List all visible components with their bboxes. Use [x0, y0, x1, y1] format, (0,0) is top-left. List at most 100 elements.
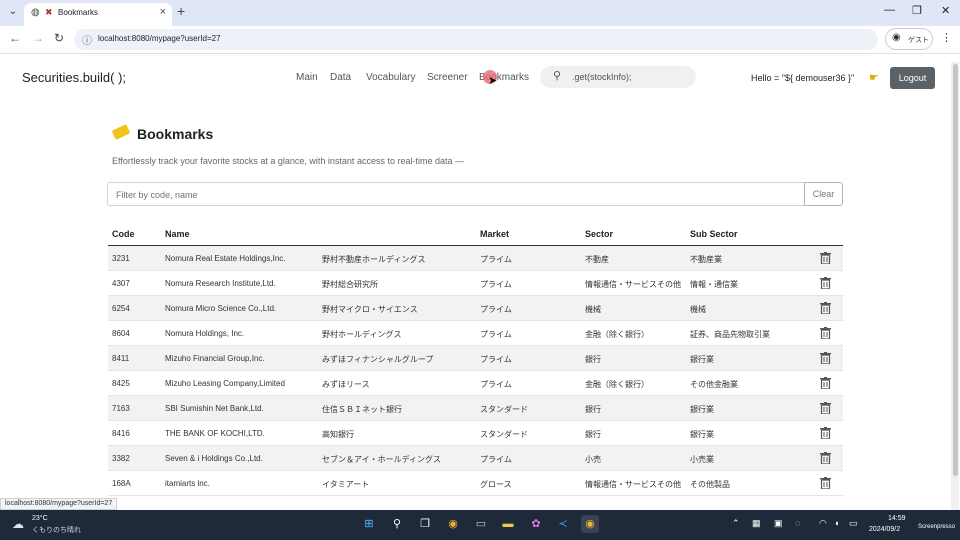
vscode-icon[interactable]: ≺ [554, 515, 572, 533]
cell-market: プライム [480, 455, 512, 464]
trash-icon[interactable] [820, 477, 831, 489]
wifi-icon[interactable]: ◠ [819, 518, 827, 529]
tray-chevron-icon[interactable]: ⌃ [732, 518, 740, 529]
globe-icon: ◍ [31, 7, 40, 18]
scrollbar-thumb[interactable] [953, 64, 958, 476]
cell-sector: 銀行 [585, 430, 601, 439]
logout-button[interactable]: Logout [890, 67, 935, 89]
cell-code: 6254 [112, 304, 130, 313]
address-bar[interactable]: ⓘ localhost:8080/mypage?userId=27 [74, 29, 878, 50]
trash-icon[interactable] [820, 352, 831, 364]
table-row[interactable]: 8416 THE BANK OF KOCHI,LTD. 高知銀行 スタンダード … [108, 421, 843, 446]
profile-button[interactable]: ◉ ゲスト [885, 28, 933, 50]
taskbar-clock-time[interactable]: 14:59 [888, 515, 906, 522]
table-row[interactable]: 8411 Mizuho Financial Group,Inc. みずほフィナン… [108, 346, 843, 371]
cell-subsector: その他金融業 [690, 380, 738, 389]
cell-subsector: 銀行業 [690, 405, 714, 414]
cell-market: プライム [480, 280, 512, 289]
filter-input[interactable]: Filter by code, name [107, 182, 805, 206]
minimize-icon[interactable]: — [884, 4, 895, 16]
cell-subsector: 銀行業 [690, 430, 714, 439]
table-row[interactable]: 6254 Nomura Micro Science Co.,Ltd. 野村マイク… [108, 296, 843, 321]
forward-icon[interactable]: → [32, 31, 44, 45]
cell-name-jp: 住信ＳＢＩネット銀行 [322, 405, 402, 414]
cell-subsector: 小売業 [690, 455, 714, 464]
site-brand[interactable]: Securities.build( ); [22, 70, 126, 85]
table-row[interactable]: 7163 SBI Sumishin Net Bank,Ltd. 住信ＳＢＩネット… [108, 396, 843, 421]
chrome-icon[interactable]: ◉ [444, 515, 462, 533]
screenpresso-watermark: Screenpresso [918, 524, 956, 530]
cell-name-en: itamiarts inc. [165, 479, 210, 488]
back-icon[interactable]: ← [9, 31, 21, 45]
header-search[interactable]: ⚲ .get(stockInfo); [540, 66, 696, 88]
cell-name-jp: みずほフィナンシャルグループ [322, 355, 434, 364]
trash-icon[interactable] [820, 452, 831, 464]
search-icon: ⚲ [553, 70, 562, 82]
cell-market: スタンダード [480, 430, 528, 439]
cell-name-jp: みずほリース [322, 380, 370, 389]
figma-icon[interactable]: ✿ [527, 515, 545, 533]
cell-name-en: Nomura Research Institute,Ltd. [165, 279, 276, 288]
volume-icon[interactable]: ◖ [834, 518, 839, 528]
start-windows-icon[interactable]: ⊞ [360, 515, 378, 533]
cell-sector: 不動産 [585, 255, 609, 264]
new-tab-icon[interactable]: + [177, 3, 185, 19]
trash-icon[interactable] [820, 252, 831, 264]
taskbar-clock-date[interactable]: 2024/09/2 [869, 526, 900, 533]
cell-market: プライム [480, 380, 512, 389]
clear-button[interactable]: Clear [804, 182, 843, 206]
table-row[interactable]: 4307 Nomura Research Institute,Ltd. 野村総合… [108, 271, 843, 296]
taskbar-search-icon[interactable]: ⚲ [388, 515, 406, 533]
trash-icon[interactable] [820, 402, 831, 414]
window-close-icon[interactable]: ✕ [941, 4, 950, 17]
nav-screener[interactable]: Screener [427, 72, 468, 83]
table-row[interactable]: 8604 Nomura Holdings, Inc. 野村ホールディングス プラ… [108, 321, 843, 346]
tray-gpu-icon[interactable]: ▣ [774, 518, 783, 529]
nav-data[interactable]: Data [330, 72, 351, 83]
table-row[interactable]: 3231 Nomura Real Estate Holdings,Inc. 野村… [108, 246, 843, 271]
page-title: Bookmarks [137, 126, 214, 142]
cell-sector: 小売 [585, 455, 601, 464]
site-info-icon[interactable]: ⓘ [82, 32, 92, 47]
cell-market: プライム [480, 255, 512, 264]
cell-name-jp: 高知銀行 [322, 430, 354, 439]
terminal-icon[interactable]: ▭ [472, 515, 490, 533]
reload-icon[interactable]: ↻ [54, 31, 64, 45]
task-view-icon[interactable]: ❐ [416, 515, 434, 533]
cell-sector: 銀行 [585, 355, 601, 364]
tray-app-icon[interactable]: ▦ [752, 518, 761, 529]
page-subtitle: Effortlessly track your favorite stocks … [112, 156, 464, 166]
cell-code: 3382 [112, 454, 130, 463]
cell-name-en: SBI Sumishin Net Bank,Ltd. [165, 404, 264, 413]
table-row[interactable]: 8425 Mizuho Leasing Company,Limited みずほリ… [108, 371, 843, 396]
table-row[interactable]: 3382 Seven & i Holdings Co.,Ltd. セブン＆アイ・… [108, 446, 843, 471]
battery-icon[interactable]: ▭ [849, 518, 858, 529]
browser-menu-icon[interactable]: ⋮ [941, 31, 952, 44]
nav-main[interactable]: Main [296, 72, 318, 83]
mouse-cursor-icon: ➤ [488, 75, 498, 87]
file-explorer-icon[interactable]: ▬ [499, 515, 517, 533]
column-header-market: Market [480, 229, 510, 239]
weather-cloud-icon[interactable]: ☁ [12, 517, 24, 531]
trash-icon[interactable] [820, 277, 831, 289]
table-row[interactable]: 168A itamiarts inc. イタミアート グロース 情報通信・サービ… [108, 471, 843, 496]
tab-search-chevron-icon[interactable]: ⌄ [6, 5, 20, 19]
trash-icon[interactable] [820, 377, 831, 389]
weather-description: くもりのち晴れ [32, 527, 81, 534]
search-text: .get(stockInfo); [572, 72, 632, 82]
tray-sync-icon[interactable]: ◌ [795, 518, 800, 528]
cell-code: 7163 [112, 404, 130, 413]
chrome-active-icon[interactable]: ◉ [581, 515, 599, 533]
link-status-bar: localhost:8080/mypage?userId=27 [0, 498, 118, 510]
restore-icon[interactable]: ❐ [912, 4, 922, 17]
cell-subsector: その他製品 [690, 480, 730, 489]
cell-code: 8416 [112, 429, 130, 438]
tab-close-icon[interactable]: × [160, 6, 166, 18]
trash-icon[interactable] [820, 327, 831, 339]
cell-code: 8604 [112, 329, 130, 338]
bookmark-icon [111, 124, 131, 140]
trash-icon[interactable] [820, 427, 831, 439]
nav-vocabulary[interactable]: Vocabulary [366, 72, 415, 83]
trash-icon[interactable] [820, 302, 831, 314]
browser-tab[interactable]: ◍ ✖ Bookmarks × [24, 3, 172, 26]
